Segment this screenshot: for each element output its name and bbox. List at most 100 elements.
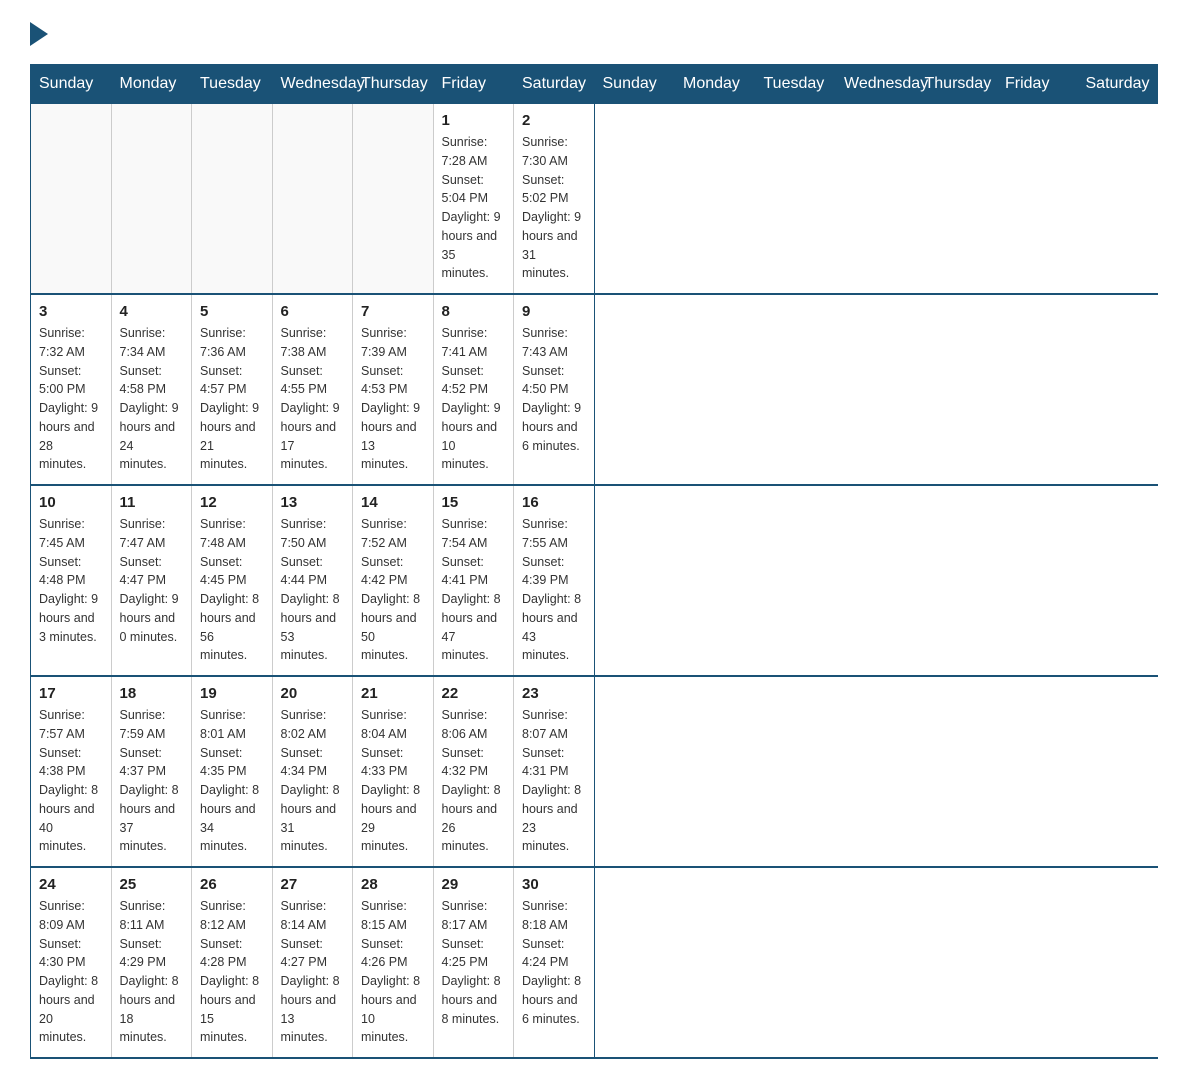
- day-number: 17: [39, 685, 103, 702]
- calendar-cell: [192, 104, 273, 295]
- calendar-cell: 7Sunrise: 7:39 AMSunset: 4:53 PMDaylight…: [353, 294, 434, 485]
- day-number: 30: [522, 876, 586, 893]
- calendar-cell: 4Sunrise: 7:34 AMSunset: 4:58 PMDaylight…: [111, 294, 192, 485]
- day-number: 15: [442, 494, 506, 511]
- day-of-week-header: Tuesday: [192, 65, 273, 104]
- day-number: 2: [522, 112, 586, 129]
- calendar-cell: 24 Sunrise: 8:09 AMSunset: 4:30 PMDayligh…: [31, 867, 112, 1058]
- day-number: 24: [39, 876, 103, 893]
- calendar-cell: 9 Sunrise: 7:43 AMSunset: 4:50 PMDaylight…: [514, 294, 595, 485]
- logo-blue-row: [30, 20, 52, 44]
- day-number: 4: [120, 303, 184, 320]
- day-info: Sunrise: 7:48 AMSunset: 4:45 PMDaylight:…: [200, 515, 264, 665]
- day-info: Sunrise: 7:52 AMSunset: 4:42 PMDaylight:…: [361, 515, 425, 665]
- day-info: Sunrise: 7:57 AMSunset: 4:38 PMDaylight:…: [39, 706, 103, 856]
- day-info: Sunrise: 7:59 AMSunset: 4:37 PMDaylight:…: [120, 706, 184, 856]
- day-info: Sunrise: 7:45 AMSunset: 4:48 PMDaylight:…: [39, 515, 103, 646]
- calendar-cell: 15 Sunrise: 7:54 AMSunset: 4:41 PMDayligh…: [433, 485, 514, 676]
- calendar-cell: [31, 104, 112, 295]
- calendar-cell: 12 Sunrise: 7:48 AMSunset: 4:45 PMDayligh…: [192, 485, 273, 676]
- calendar-cell: [272, 104, 353, 295]
- calendar-cell: 22 Sunrise: 8:06 AMSunset: 4:32 PMDayligh…: [433, 676, 514, 867]
- day-info: Sunrise: 7:36 AMSunset: 4:57 PMDaylight:…: [200, 324, 264, 474]
- day-info: Sunrise: 8:15 AMSunset: 4:26 PMDaylight:…: [361, 897, 425, 1047]
- day-info: Sunrise: 8:07 AMSunset: 4:31 PMDaylight:…: [522, 706, 586, 856]
- calendar-cell: 18 Sunrise: 7:59 AMSunset: 4:37 PMDayligh…: [111, 676, 192, 867]
- calendar-cell: 5 Sunrise: 7:36 AMSunset: 4:57 PMDaylight…: [192, 294, 273, 485]
- calendar-cell: 19Sunrise: 8:01 AMSunset: 4:35 PMDayligh…: [192, 676, 273, 867]
- calendar-cell: 17 Sunrise: 7:57 AMSunset: 4:38 PMDayligh…: [31, 676, 112, 867]
- day-of-week-header: Thursday: [353, 65, 434, 104]
- day-info: Sunrise: 8:09 AMSunset: 4:30 PMDaylight:…: [39, 897, 103, 1047]
- day-of-week-header: Monday: [111, 65, 192, 104]
- day-info: Sunrise: 7:43 AMSunset: 4:50 PMDaylight:…: [522, 324, 586, 455]
- day-of-week-header: Monday: [675, 65, 756, 104]
- calendar-cell: 2Sunrise: 7:30 AMSunset: 5:02 PMDaylight…: [514, 104, 595, 295]
- day-info: Sunrise: 8:17 AMSunset: 4:25 PMDaylight:…: [442, 897, 506, 1028]
- day-number: 25: [120, 876, 184, 893]
- logo-arrow-icon: [30, 22, 48, 46]
- day-of-week-header: Saturday: [1077, 65, 1158, 104]
- calendar-cell: 20 Sunrise: 8:02 AMSunset: 4:34 PMDayligh…: [272, 676, 353, 867]
- calendar-week-row: 10 Sunrise: 7:45 AMSunset: 4:48 PMDayligh…: [31, 485, 1158, 676]
- day-number: 23: [522, 685, 586, 702]
- calendar-cell: 13 Sunrise: 7:50 AMSunset: 4:44 PMDayligh…: [272, 485, 353, 676]
- calendar-cell: 3 Sunrise: 7:32 AMSunset: 5:00 PMDaylight…: [31, 294, 112, 485]
- day-number: 28: [361, 876, 425, 893]
- day-info: Sunrise: 8:04 AMSunset: 4:33 PMDaylight:…: [361, 706, 425, 856]
- day-of-week-header: Friday: [433, 65, 514, 104]
- day-info: Sunrise: 7:47 AMSunset: 4:47 PMDaylight:…: [120, 515, 184, 646]
- calendar-cell: 25 Sunrise: 8:11 AMSunset: 4:29 PMDayligh…: [111, 867, 192, 1058]
- calendar-cell: 21 Sunrise: 8:04 AMSunset: 4:33 PMDayligh…: [353, 676, 434, 867]
- calendar-cell: 6 Sunrise: 7:38 AMSunset: 4:55 PMDaylight…: [272, 294, 353, 485]
- calendar-cell: 23 Sunrise: 8:07 AMSunset: 4:31 PMDayligh…: [514, 676, 595, 867]
- day-info: Sunrise: 7:41 AMSunset: 4:52 PMDaylight:…: [442, 324, 506, 474]
- calendar-week-row: 24 Sunrise: 8:09 AMSunset: 4:30 PMDayligh…: [31, 867, 1158, 1058]
- day-number: 11: [120, 494, 184, 511]
- day-info: Sunrise: 8:14 AMSunset: 4:27 PMDaylight:…: [281, 897, 345, 1047]
- day-number: 12: [200, 494, 264, 511]
- day-number: 5: [200, 303, 264, 320]
- day-number: 13: [281, 494, 345, 511]
- page-header: [30, 20, 1158, 44]
- day-info: Sunrise: 7:54 AMSunset: 4:41 PMDaylight:…: [442, 515, 506, 665]
- day-of-week-header: Friday: [997, 65, 1078, 104]
- day-info: Sunrise: 8:02 AMSunset: 4:34 PMDaylight:…: [281, 706, 345, 856]
- day-number: 10: [39, 494, 103, 511]
- day-number: 27: [281, 876, 345, 893]
- calendar-cell: [111, 104, 192, 295]
- day-of-week-header: Sunday: [594, 65, 675, 104]
- day-of-week-header: Tuesday: [755, 65, 836, 104]
- calendar-cell: 29Sunrise: 8:17 AMSunset: 4:25 PMDayligh…: [433, 867, 514, 1058]
- day-number: 22: [442, 685, 506, 702]
- calendar-cell: 1Sunrise: 7:28 AMSunset: 5:04 PMDaylight…: [433, 104, 514, 295]
- day-info: Sunrise: 7:50 AMSunset: 4:44 PMDaylight:…: [281, 515, 345, 665]
- day-number: 3: [39, 303, 103, 320]
- day-number: 6: [281, 303, 345, 320]
- calendar-cell: 8Sunrise: 7:41 AMSunset: 4:52 PMDaylight…: [433, 294, 514, 485]
- day-number: 18: [120, 685, 184, 702]
- calendar-table: SundayMondayTuesdayWednesdayThursdayFrid…: [30, 64, 1158, 1059]
- day-of-week-header: Thursday: [916, 65, 997, 104]
- calendar-week-row: 17 Sunrise: 7:57 AMSunset: 4:38 PMDayligh…: [31, 676, 1158, 867]
- day-number: 19: [200, 685, 264, 702]
- day-info: Sunrise: 7:28 AMSunset: 5:04 PMDaylight:…: [442, 133, 506, 283]
- calendar-cell: [353, 104, 434, 295]
- day-number: 20: [281, 685, 345, 702]
- day-of-week-header: Sunday: [31, 65, 112, 104]
- day-number: 21: [361, 685, 425, 702]
- calendar-cell: 28 Sunrise: 8:15 AMSunset: 4:26 PMDayligh…: [353, 867, 434, 1058]
- day-number: 16: [522, 494, 586, 511]
- day-of-week-header: Wednesday: [272, 65, 353, 104]
- calendar-cell: 30Sunrise: 8:18 AMSunset: 4:24 PMDayligh…: [514, 867, 595, 1058]
- day-number: 7: [361, 303, 425, 320]
- day-info: Sunrise: 8:11 AMSunset: 4:29 PMDaylight:…: [120, 897, 184, 1047]
- day-info: Sunrise: 8:12 AMSunset: 4:28 PMDaylight:…: [200, 897, 264, 1047]
- day-info: Sunrise: 7:38 AMSunset: 4:55 PMDaylight:…: [281, 324, 345, 474]
- calendar-cell: 14Sunrise: 7:52 AMSunset: 4:42 PMDayligh…: [353, 485, 434, 676]
- logo: [30, 20, 52, 44]
- day-info: Sunrise: 7:32 AMSunset: 5:00 PMDaylight:…: [39, 324, 103, 474]
- day-number: 9: [522, 303, 586, 320]
- calendar-header-row: SundayMondayTuesdayWednesdayThursdayFrid…: [31, 65, 1158, 104]
- day-info: Sunrise: 8:06 AMSunset: 4:32 PMDaylight:…: [442, 706, 506, 856]
